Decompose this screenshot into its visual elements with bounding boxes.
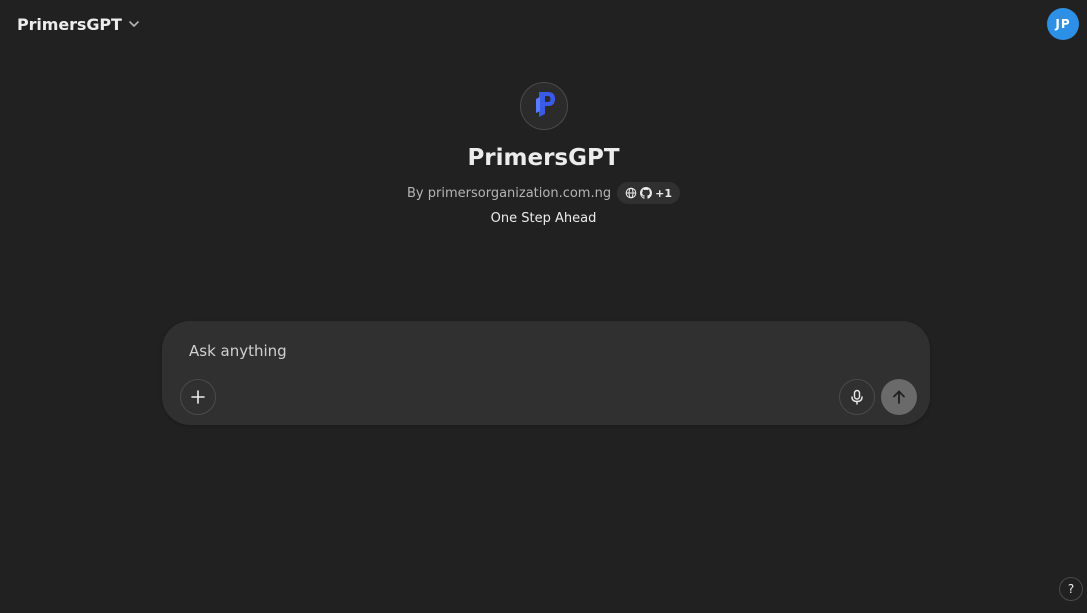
primers-logo-icon: [535, 92, 555, 117]
attach-button[interactable]: [180, 379, 216, 415]
dictate-button[interactable]: [839, 379, 875, 415]
prompt-input[interactable]: [189, 339, 889, 363]
arrow-up-icon: [893, 390, 905, 404]
user-avatar[interactable]: JP: [1047, 8, 1079, 40]
send-button[interactable]: [881, 379, 917, 415]
gpt-byline: By primersorganization.com.ng +1: [407, 182, 680, 204]
help-button[interactable]: ?: [1059, 577, 1083, 601]
gpt-description: One Step Ahead: [490, 211, 597, 226]
message-composer: [162, 321, 930, 425]
gpt-title: PrimersGPT: [467, 145, 620, 171]
github-icon: [640, 187, 653, 199]
plus-icon: [191, 390, 205, 404]
gpt-logo: [519, 82, 568, 130]
chevron-down-icon: [128, 18, 140, 30]
gpt-hero: PrimersGPT By primersorganization.com.ng…: [0, 82, 1087, 226]
top-bar: PrimersGPT JP: [0, 0, 1087, 50]
capabilities-badge[interactable]: +1: [617, 182, 680, 204]
microphone-icon: [851, 389, 863, 405]
model-name: PrimersGPT: [17, 14, 122, 34]
model-switcher-button[interactable]: PrimersGPT: [9, 8, 148, 40]
capabilities-more: +1: [655, 186, 672, 200]
author-link[interactable]: By primersorganization.com.ng: [407, 186, 611, 201]
globe-icon: [625, 187, 637, 199]
